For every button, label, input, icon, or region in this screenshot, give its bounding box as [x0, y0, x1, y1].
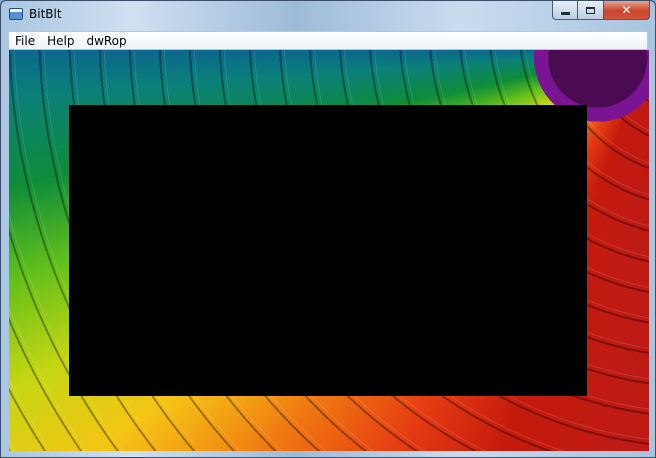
- maximize-icon: [586, 6, 595, 14]
- minimize-icon: [560, 11, 570, 15]
- minimize-button[interactable]: [552, 1, 578, 20]
- menu-dwrop[interactable]: dwRop: [80, 34, 132, 48]
- close-button[interactable]: ✕: [604, 1, 650, 20]
- client-area-rainbow-background: [9, 50, 649, 451]
- app-window-icon[interactable]: [9, 8, 23, 20]
- caption-buttons: ✕: [552, 1, 650, 20]
- close-icon: ✕: [621, 3, 632, 17]
- window-title: BitBlt: [29, 7, 62, 21]
- menu-bar: File Help dwRop: [8, 31, 648, 50]
- bitblt-black-rectangle: [69, 105, 587, 396]
- app-window: BitBlt ✕ File Help dwRop: [0, 0, 656, 458]
- maximize-button[interactable]: [578, 1, 604, 20]
- menu-file[interactable]: File: [9, 34, 41, 48]
- menu-help[interactable]: Help: [41, 34, 80, 48]
- title-bar[interactable]: BitBlt ✕: [1, 1, 655, 31]
